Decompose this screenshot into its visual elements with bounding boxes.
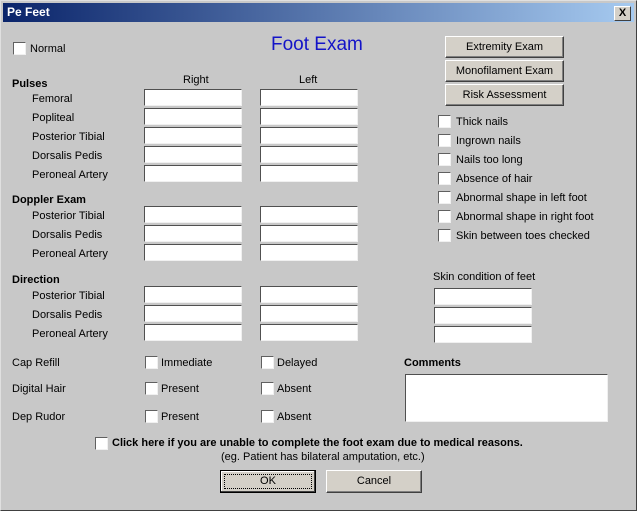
- direction-left-field[interactable]: [260, 286, 358, 303]
- doppler-left-field[interactable]: [260, 225, 358, 242]
- skin-condition-field-2[interactable]: [434, 307, 532, 324]
- pulses-row-label: Femoral: [32, 93, 73, 105]
- exam-option-checkbox[interactable]: [145, 410, 158, 423]
- comments-label: Comments: [404, 357, 461, 369]
- direction-right-field[interactable]: [144, 286, 242, 303]
- medical-reasons-checkbox[interactable]: [95, 437, 108, 450]
- exam-option-label: Immediate: [161, 357, 213, 369]
- exam-option-label: Absent: [277, 383, 312, 395]
- exam-option-checkbox[interactable]: [145, 382, 158, 395]
- pulses-left-field[interactable]: [260, 108, 358, 125]
- exam-option-label: Delayed: [277, 357, 318, 369]
- pulses-right-field[interactable]: [144, 146, 242, 163]
- doppler-row-label: Dorsalis Pedis: [32, 229, 103, 241]
- pulses-left-field[interactable]: [260, 146, 358, 163]
- finding-checkbox[interactable]: [438, 134, 451, 147]
- exam-option-checkbox[interactable]: [145, 356, 158, 369]
- pulses-row-label: Dorsalis Pedis: [32, 150, 103, 162]
- direction-right-field[interactable]: [144, 324, 242, 341]
- direction-row-label: Peroneal Artery: [32, 328, 108, 340]
- cancel-button[interactable]: Cancel: [326, 470, 422, 493]
- column-right-header: Right: [183, 74, 209, 86]
- normal-label: Normal: [30, 43, 66, 55]
- doppler-row-label: Posterior Tibial: [32, 210, 105, 222]
- ok-button[interactable]: OK: [220, 470, 316, 493]
- finding-checkbox[interactable]: [438, 172, 451, 185]
- direction-row-label: Posterior Tibial: [32, 290, 105, 302]
- pulses-row-label: Peroneal Artery: [32, 169, 108, 181]
- finding-label: Abnormal shape in left foot: [456, 192, 587, 204]
- direction-section-title: Direction: [12, 274, 60, 286]
- finding-label: Thick nails: [456, 116, 508, 128]
- pulses-right-field[interactable]: [144, 165, 242, 182]
- medical-reasons-label: Click here if you are unable to complete…: [112, 437, 523, 449]
- medical-reasons-note: (eg. Patient has bilateral amputation, e…: [221, 451, 425, 463]
- doppler-left-field[interactable]: [260, 206, 358, 223]
- doppler-right-field[interactable]: [144, 206, 242, 223]
- doppler-section-title: Doppler Exam: [12, 194, 86, 206]
- pulses-left-field[interactable]: [260, 127, 358, 144]
- normal-checkbox[interactable]: [13, 42, 26, 55]
- exam-option-checkbox[interactable]: [261, 410, 274, 423]
- direction-left-field[interactable]: [260, 324, 358, 341]
- finding-label: Abnormal shape in right foot: [456, 211, 594, 223]
- page-title: Foot Exam: [271, 34, 363, 55]
- direction-row-label: Dorsalis Pedis: [32, 309, 103, 321]
- doppler-right-field[interactable]: [144, 225, 242, 242]
- pulses-row-label: Popliteal: [32, 112, 75, 124]
- finding-label: Skin between toes checked: [456, 230, 590, 242]
- window-title: Pe Feet: [7, 5, 50, 19]
- finding-label: Nails too long: [456, 154, 523, 166]
- direction-left-field[interactable]: [260, 305, 358, 322]
- risk-assessment-button[interactable]: Risk Assessment: [445, 84, 564, 106]
- finding-label: Ingrown nails: [456, 135, 521, 147]
- focus-rect: [224, 474, 312, 489]
- finding-checkbox[interactable]: [438, 210, 451, 223]
- skin-condition-label: Skin condition of feet: [433, 271, 536, 283]
- exam-option-checkbox[interactable]: [261, 382, 274, 395]
- extremity-exam-button[interactable]: Extremity Exam: [445, 36, 564, 58]
- pulses-right-field[interactable]: [144, 108, 242, 125]
- exam-row-label: Digital Hair: [12, 383, 66, 395]
- title-bar[interactable]: Pe Feet X: [3, 3, 634, 22]
- skin-condition-field-3[interactable]: [434, 326, 532, 343]
- close-icon: X: [618, 7, 627, 19]
- pulses-right-field[interactable]: [144, 127, 242, 144]
- exam-option-label: Present: [161, 411, 199, 423]
- pulses-section-title: Pulses: [12, 78, 48, 90]
- monofilament-exam-button[interactable]: Monofilament Exam: [445, 60, 564, 82]
- exam-option-checkbox[interactable]: [261, 356, 274, 369]
- column-left-header: Left: [299, 74, 318, 86]
- doppler-right-field[interactable]: [144, 244, 242, 261]
- doppler-row-label: Peroneal Artery: [32, 248, 108, 260]
- exam-option-label: Absent: [277, 411, 312, 423]
- pulses-right-field[interactable]: [144, 89, 242, 106]
- exam-row-label: Dep Rudor: [12, 411, 66, 423]
- comments-field[interactable]: [405, 374, 608, 422]
- finding-label: Absence of hair: [456, 173, 533, 185]
- exam-option-label: Present: [161, 383, 199, 395]
- pulses-row-label: Posterior Tibial: [32, 131, 105, 143]
- close-button[interactable]: X: [614, 6, 631, 21]
- finding-checkbox[interactable]: [438, 229, 451, 242]
- finding-checkbox[interactable]: [438, 191, 451, 204]
- pulses-left-field[interactable]: [260, 165, 358, 182]
- pulses-left-field[interactable]: [260, 89, 358, 106]
- finding-checkbox[interactable]: [438, 153, 451, 166]
- finding-checkbox[interactable]: [438, 115, 451, 128]
- direction-right-field[interactable]: [144, 305, 242, 322]
- skin-condition-field-1[interactable]: [434, 288, 532, 305]
- doppler-left-field[interactable]: [260, 244, 358, 261]
- exam-row-label: Cap Refill: [12, 357, 60, 369]
